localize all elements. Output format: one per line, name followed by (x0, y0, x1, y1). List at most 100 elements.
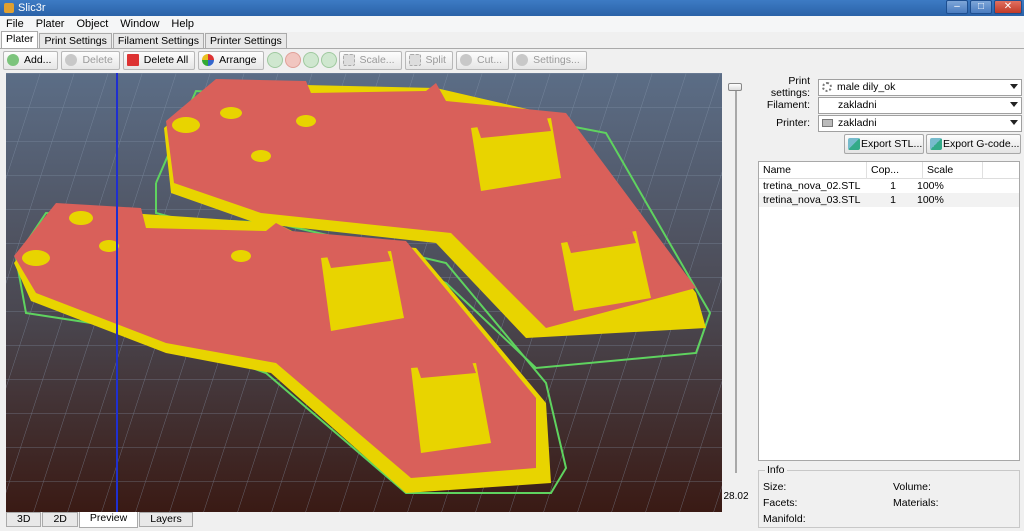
layer-height-value: 28.02 (723, 491, 749, 502)
main-tabs: Plater Print Settings Filament Settings … (0, 31, 1024, 49)
info-materials-label: Materials: (893, 497, 939, 509)
filament-row: Filament: zakladni (754, 96, 1024, 114)
rotate-right-icon[interactable] (320, 52, 337, 68)
info-facets-label: Facets: (763, 497, 798, 509)
export-gcode-button[interactable]: Export G-code... (926, 134, 1021, 154)
export-gcode-label: Export G-code... (943, 138, 1020, 150)
tab-2d[interactable]: 2D (42, 512, 78, 527)
column-copies[interactable]: Cop... (867, 161, 923, 179)
delete-label: Delete (82, 54, 113, 66)
scale-button[interactable]: Scale... (338, 50, 402, 70)
tab-preview[interactable]: Preview (78, 512, 139, 528)
delete-button[interactable]: Delete (61, 50, 120, 70)
split-icon (408, 54, 421, 66)
window-title: Slic3r (18, 2, 46, 14)
info-manifold-label: Manifold: (763, 513, 806, 525)
filament-color-icon (822, 100, 833, 111)
preview-viewport[interactable] (6, 73, 722, 512)
print-settings-value: male dily_ok (837, 81, 896, 93)
settings-button[interactable]: Settings... (512, 50, 587, 70)
layer-slider-panel: 28.02 (722, 73, 750, 512)
tab-3d[interactable]: 3D (6, 512, 42, 527)
menu-object[interactable]: Object (70, 18, 114, 30)
chevron-down-icon (1010, 119, 1018, 125)
tab-layers[interactable]: Layers (139, 512, 193, 527)
split-label: Split (425, 54, 446, 66)
info-volume-label: Volume: (893, 481, 931, 493)
layer-slider-thumb[interactable] (728, 83, 742, 91)
printer-label: Printer: (776, 117, 810, 129)
column-name[interactable]: Name (759, 161, 867, 179)
menu-help[interactable]: Help (165, 18, 200, 30)
close-button[interactable]: ✕ (994, 0, 1022, 14)
filament-select[interactable]: zakladni (818, 96, 1022, 114)
arrange-icon (202, 54, 215, 66)
cut-icon (459, 54, 472, 66)
object-row[interactable]: tretina_nova_03.STL 1 100% (759, 193, 1019, 207)
tab-printer-settings[interactable]: Printer Settings (205, 33, 287, 48)
increase-copies-icon[interactable] (266, 52, 283, 68)
object-list-header: Name Cop... Scale (759, 161, 1019, 179)
tab-print-settings[interactable]: Print Settings (39, 33, 112, 48)
right-panel: Print settings: male dily_ok Filament: z… (754, 73, 1024, 531)
object-scale: 100% (917, 180, 944, 192)
printer-icon (822, 119, 833, 127)
decrease-copies-icon[interactable] (284, 52, 301, 68)
settings-label: Settings... (533, 54, 580, 66)
layer-slider-track[interactable] (735, 87, 737, 473)
info-size-label: Size: (763, 481, 787, 493)
printer-value: zakladni (838, 117, 877, 129)
preview-canvas (6, 73, 722, 512)
add-icon (7, 54, 19, 66)
tab-plater[interactable]: Plater (1, 31, 39, 48)
column-scale[interactable]: Scale (923, 161, 983, 179)
delete-all-button[interactable]: Delete All (122, 50, 196, 70)
object-copies: 1 (890, 194, 896, 206)
arrange-button[interactable]: Arrange (198, 50, 264, 70)
object-name: tretina_nova_02.STL (763, 180, 861, 192)
object-row[interactable]: tretina_nova_02.STL 1 100% (759, 179, 1019, 193)
chevron-down-icon (1010, 101, 1018, 107)
menu-window[interactable]: Window (114, 18, 165, 30)
settings-icon (516, 54, 529, 66)
window-controls: – □ ✕ (946, 0, 1022, 14)
export-stl-label: Export STL... (861, 138, 923, 150)
scale-label: Scale... (359, 54, 395, 66)
export-icon (848, 138, 860, 150)
app-icon (4, 3, 14, 13)
print-settings-row: Print settings: male dily_ok (754, 75, 1024, 99)
gear-icon (822, 82, 832, 92)
title-bar: Slic3r – □ ✕ (0, 0, 1024, 16)
delete-all-icon (126, 54, 139, 66)
object-copies: 1 (890, 180, 896, 192)
chevron-down-icon (1010, 83, 1018, 89)
object-scale: 100% (917, 194, 944, 206)
maximize-button[interactable]: □ (970, 0, 992, 14)
info-title: Info (765, 464, 787, 476)
menu-bar: File Plater Object Window Help (0, 16, 1024, 32)
arrange-label: Arrange (219, 54, 257, 66)
info-box: Info Size: Volume: Facets: Materials: Ma… (758, 464, 1020, 528)
object-name: tretina_nova_03.STL (763, 194, 861, 206)
filament-value: zakladni (838, 99, 877, 111)
delete-icon (65, 54, 78, 66)
cut-label: Cut... (476, 54, 503, 66)
split-button[interactable]: Split (404, 50, 453, 70)
tab-filament-settings[interactable]: Filament Settings (112, 33, 205, 48)
filament-label: Filament: (766, 99, 810, 111)
add-button[interactable]: Add... (3, 50, 59, 70)
delete-all-label: Delete All (143, 54, 189, 66)
view-tabs: 3D 2D Preview Layers (6, 512, 194, 528)
menu-file[interactable]: File (0, 18, 30, 30)
export-icon (930, 138, 942, 150)
print-settings-select[interactable]: male dily_ok (818, 78, 1022, 96)
menu-plater[interactable]: Plater (30, 18, 71, 30)
export-stl-button[interactable]: Export STL... (844, 134, 924, 154)
printer-row: Printer: zakladni (754, 114, 1024, 132)
minimize-button[interactable]: – (946, 0, 968, 14)
object-list[interactable]: Name Cop... Scale tretina_nova_02.STL 1 … (758, 161, 1020, 461)
cut-button[interactable]: Cut... (455, 50, 510, 70)
rotate-left-icon[interactable] (302, 52, 319, 68)
printer-select[interactable]: zakladni (818, 114, 1022, 132)
scale-icon (342, 54, 355, 66)
